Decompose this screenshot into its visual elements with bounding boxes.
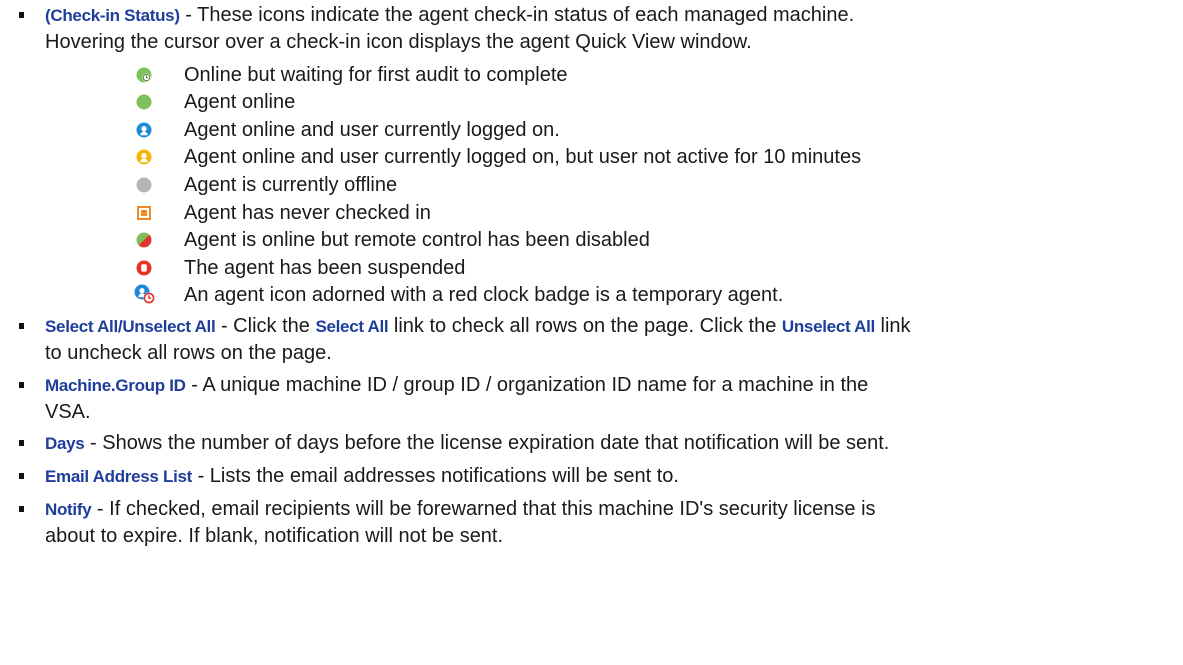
notify-term: Notify: [45, 500, 92, 519]
green-dot-icon: [136, 94, 152, 110]
suspended-hand-icon: [136, 260, 152, 276]
email-list-term: Email Address List: [45, 467, 193, 486]
bullet-marker: [19, 323, 24, 329]
status-label: Agent has never checked in: [184, 202, 431, 224]
status-label: The agent has been suspended: [184, 257, 466, 279]
check-in-status-desc: - These icons indicate the agent check-i…: [179, 4, 855, 26]
status-label: Agent online: [184, 91, 296, 113]
user-yellow-icon: [136, 149, 152, 165]
select-all-line-1: Select All/Unselect All - Click the Sele…: [45, 313, 911, 340]
orange-square-icon: [136, 205, 152, 221]
status-row-suspended: The agent has been suspended: [0, 254, 1183, 284]
unselect-all-link-ref: Unselect All: [781, 317, 875, 336]
select-all-link-ref: Select All: [315, 317, 389, 336]
select-all-line-2: to uncheck all rows on the page.: [45, 342, 332, 364]
status-row-offline: Agent is currently offline: [0, 171, 1183, 201]
notify-desc: - If checked, email recipients will be f…: [91, 498, 876, 520]
check-in-status-line-1: (Check-in Status) - These icons indicate…: [45, 2, 854, 29]
status-label: Agent is online but remote control has b…: [184, 229, 650, 251]
user-blue-icon: [136, 122, 152, 138]
select-all-desc-3: link: [874, 315, 911, 337]
machine-group-line-2: VSA.: [45, 401, 91, 423]
status-row-user-inactive: Agent online and user currently logged o…: [0, 143, 1183, 173]
status-label: Agent is currently offline: [184, 174, 398, 196]
select-all-desc-2: link to check all rows on the page. Clic…: [388, 315, 782, 337]
bullet-marker: [19, 506, 24, 512]
select-all-desc-1: - Click the: [215, 315, 316, 337]
machine-group-line-1: Machine.Group ID - A unique machine ID /…: [45, 372, 868, 399]
check-in-status-term: (Check-in Status): [45, 6, 180, 25]
email-list-desc: - Lists the email addresses notification…: [192, 465, 679, 487]
bullet-marker: [19, 440, 24, 446]
half-red-green-icon: [136, 232, 152, 248]
help-document: (Check-in Status) - These icons indicate…: [0, 0, 1183, 665]
status-label: Agent online and user currently logged o…: [184, 146, 862, 168]
status-label: Agent online and user currently logged o…: [184, 119, 560, 141]
days-line-1: Days - Shows the number of days before t…: [45, 430, 889, 457]
status-row-online: Agent online: [0, 88, 1183, 118]
status-row-user-logged-on: Agent online and user currently logged o…: [0, 116, 1183, 146]
notify-line-2: about to expire. If blank, notification …: [45, 525, 504, 547]
check-in-status-line-2: Hovering the cursor over a check-in icon…: [45, 31, 752, 53]
status-row-waiting-audit: Online but waiting for first audit to co…: [0, 61, 1183, 91]
email-list-line-1: Email Address List - Lists the email add…: [45, 463, 679, 490]
gray-dot-icon: [136, 177, 152, 193]
notify-line-1: Notify - If checked, email recipients wi…: [45, 496, 876, 523]
status-label: Online but waiting for first audit to co…: [184, 64, 568, 86]
machine-group-term: Machine.Group ID: [45, 376, 186, 395]
status-label: An agent icon adorned with a red clock b…: [184, 284, 784, 306]
clock-green-icon: [136, 67, 152, 83]
status-row-temporary-agent: An agent icon adorned with a red clock b…: [0, 281, 1183, 311]
status-row-never-checked-in: Agent has never checked in: [0, 199, 1183, 229]
bullet-marker: [19, 12, 24, 18]
days-desc: - Shows the number of days before the li…: [84, 432, 890, 454]
status-row-remote-disabled: Agent is online but remote control has b…: [0, 226, 1183, 256]
select-all-term: Select All/Unselect All: [45, 317, 216, 336]
machine-group-desc: - A unique machine ID / group ID / organ…: [185, 374, 869, 396]
bullet-marker: [19, 382, 24, 388]
bullet-marker: [19, 473, 24, 479]
temporary-agent-icon: [134, 284, 156, 306]
days-term: Days: [45, 434, 85, 453]
